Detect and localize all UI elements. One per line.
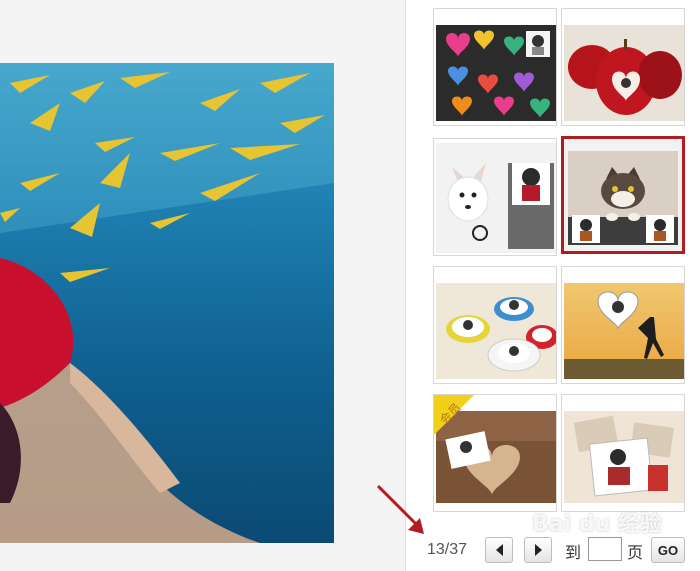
thumb-hearts[interactable] bbox=[433, 8, 557, 126]
preview-photo bbox=[0, 63, 334, 543]
go-button[interactable]: GO bbox=[651, 537, 685, 563]
page-counter: 13/37 bbox=[427, 541, 468, 558]
thumb-postcards[interactable] bbox=[561, 394, 685, 512]
chevron-right-icon bbox=[534, 544, 542, 556]
thumb-wooden-heart[interactable]: 会员 bbox=[433, 394, 557, 512]
page-number-input[interactable] bbox=[588, 537, 622, 561]
goto-prefix-label: 到 bbox=[565, 543, 582, 562]
next-page-button[interactable] bbox=[524, 537, 552, 563]
thumb-cat[interactable] bbox=[561, 136, 685, 254]
thumb-sunset-heart[interactable] bbox=[561, 266, 685, 384]
goto-suffix-label: 页 bbox=[627, 543, 644, 562]
underwater-swimmer-image bbox=[0, 63, 334, 543]
pagination-bar: 13/37 到 页 GO bbox=[0, 530, 700, 570]
prev-page-button[interactable] bbox=[485, 537, 513, 563]
thumb-dog[interactable] bbox=[433, 138, 557, 256]
thumb-teacups[interactable] bbox=[433, 266, 557, 384]
chevron-left-icon bbox=[495, 544, 503, 556]
preview-pane bbox=[0, 0, 405, 571]
template-thumbnail-grid: 会员 bbox=[433, 8, 689, 512]
thumb-apple[interactable] bbox=[561, 8, 685, 126]
